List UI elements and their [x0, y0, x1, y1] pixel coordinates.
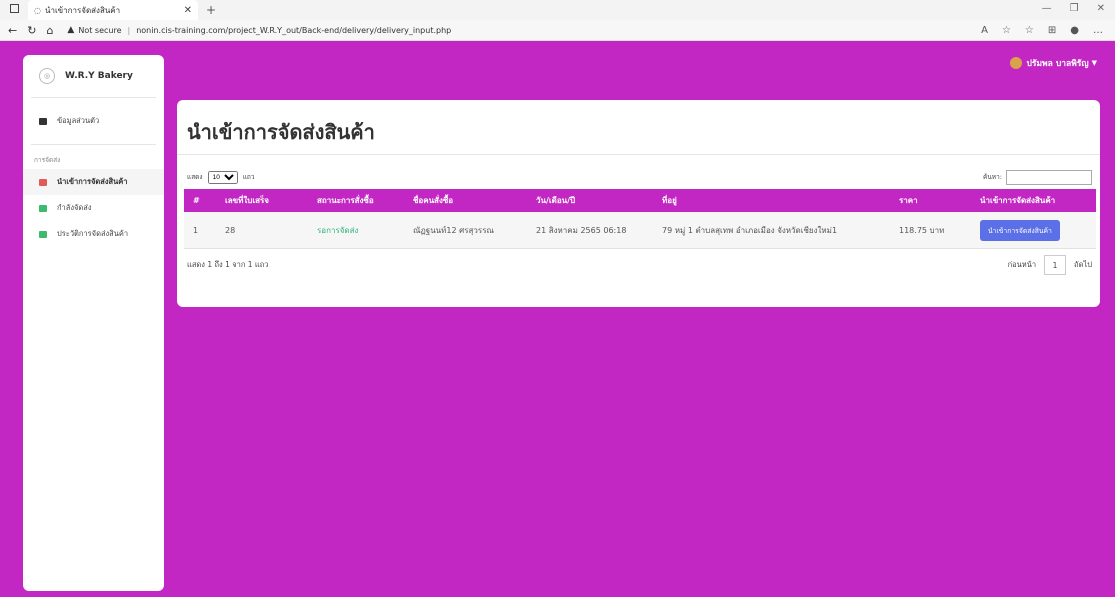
length-control: แสดง 10 แถว: [187, 170, 255, 184]
status-badge: รอการจัดส่ง: [317, 225, 359, 235]
pagination: ก่อนหน้า 1 ถัดไป: [1008, 255, 1092, 275]
favorites-bar-icon[interactable]: ☆: [1025, 25, 1034, 36]
avatar: [1010, 57, 1023, 69]
security-label: Not secure: [78, 25, 122, 35]
main-card: นำเข้าการจัดส่งสินค้า แสดง 10 แถว ค้นหา:…: [177, 100, 1100, 307]
clipboard-icon: [39, 230, 47, 238]
favorite-icon[interactable]: ☆: [1002, 25, 1011, 36]
minimize-icon[interactable]: —: [1042, 3, 1052, 14]
brand-logo-icon: ◎: [39, 68, 55, 84]
collections-icon[interactable]: ⊞: [1048, 25, 1056, 36]
chevron-down-icon: ▼: [1091, 59, 1097, 67]
col-index[interactable]: #: [184, 189, 216, 212]
import-delivery-button[interactable]: นำเข้าการจัดส่งสินค้า: [980, 219, 1060, 241]
cell-customer: ณัฏฐนนท์12 ศรสุวรรณ: [413, 225, 494, 235]
browser-titlebar: ◌ นำเข้าการจัดส่งสินค้า ✕ + — ❐ ✕: [0, 0, 1115, 20]
new-tab-icon[interactable]: +: [206, 3, 216, 17]
col-address[interactable]: ที่อยู่: [653, 189, 890, 212]
card-divider: [177, 154, 1100, 155]
home-icon[interactable]: ⌂: [46, 24, 53, 37]
brand-name: W.R.Y Bakery: [65, 71, 133, 81]
warning-icon: ▲: [67, 25, 75, 35]
read-aloud-icon[interactable]: A: [981, 25, 988, 36]
restore-icon[interactable]: ❐: [1070, 3, 1079, 14]
window-menu-icon[interactable]: [10, 4, 19, 13]
address-bar: ← ↻ ⌂ ▲ Not secure | nonin.cis-training.…: [0, 20, 1115, 41]
table-footer: แสดง 1 ถึง 1 จาก 1 แถว ก่อนหน้า 1 ถัดไป: [177, 255, 1100, 275]
cell-action: นำเข้าการจัดส่งสินค้า: [971, 212, 1096, 249]
length-suffix: แถว: [242, 172, 255, 181]
col-customer[interactable]: ชื่อคนสั่งซื้อ: [404, 189, 527, 212]
sidebar-item-import-delivery[interactable]: นำเข้าการจัดส่งสินค้า: [23, 169, 164, 195]
col-status[interactable]: สถานะการสั่งซื้อ: [308, 189, 404, 212]
cell-date: 21 สิงหาคม 2565 06:18: [536, 225, 627, 235]
sidebar-item-label: นำเข้าการจัดส่งสินค้า: [57, 177, 128, 186]
profile-icon[interactable]: ●: [1070, 25, 1079, 36]
search-input[interactable]: [1006, 169, 1092, 185]
sidebar-item-label: ประวัติการจัดส่งสินค้า: [57, 229, 129, 238]
sidebar-item-label: กำลังจัดส่ง: [57, 203, 92, 212]
page-title: นำเข้าการจัดส่งสินค้า: [187, 120, 375, 144]
tab-close-icon[interactable]: ✕: [184, 5, 192, 16]
search-control: ค้นหา:: [983, 169, 1092, 185]
brand[interactable]: ◎ W.R.Y Bakery: [23, 55, 164, 97]
sidebar-item-profile[interactable]: ข้อมูลส่วนตัว: [23, 98, 164, 144]
sidebar-item-history[interactable]: ประวัติการจัดส่งสินค้า: [23, 221, 164, 247]
sidebar: ◎ W.R.Y Bakery ข้อมูลส่วนตัว การจัดส่ง น…: [23, 55, 164, 591]
page-background: ◎ W.R.Y Bakery ข้อมูลส่วนตัว การจัดส่ง น…: [0, 41, 1115, 597]
col-date[interactable]: วัน/เดือน/ปี: [527, 189, 653, 212]
page-length-select[interactable]: 10: [207, 170, 238, 184]
table-row: 1 28 รอการจัดส่ง ณัฏฐนนท์12 ศรสุวรรณ 21 …: [184, 212, 1096, 249]
close-window-icon[interactable]: ✕: [1097, 3, 1105, 14]
length-prefix: แสดง: [187, 172, 203, 181]
search-label: ค้นหา:: [983, 172, 1002, 181]
sidebar-item-label: ข้อมูลส่วนตัว: [57, 116, 100, 125]
tab-favicon-icon: ◌: [34, 5, 41, 15]
clipboard-icon: [39, 204, 47, 212]
delivery-table: # เลขที่ใบเสร็จ สถานะการสั่งซื้อ ชื่อคนส…: [184, 189, 1096, 249]
user-name: ปรัมพล บาลพิรัญ: [1026, 59, 1089, 69]
page-number-button[interactable]: 1: [1044, 255, 1067, 275]
table-header-row: # เลขที่ใบเสร็จ สถานะการสั่งซื้อ ชื่อคนส…: [184, 189, 1096, 212]
more-icon[interactable]: …: [1093, 25, 1103, 36]
sidebar-item-shipping[interactable]: กำลังจัดส่ง: [23, 195, 164, 221]
col-action[interactable]: นำเข้าการจัดส่งสินค้า: [971, 189, 1096, 212]
col-receipt[interactable]: เลขที่ใบเสร็จ: [216, 189, 308, 212]
col-price[interactable]: ราคา: [890, 189, 971, 212]
clipboard-icon: [39, 178, 47, 186]
table-controls: แสดง 10 แถว ค้นหา:: [177, 169, 1100, 185]
url-text: nonin.cis-training.com/project_W.R.Y_out…: [136, 25, 452, 35]
table-info: แสดง 1 ถึง 1 จาก 1 แถว: [187, 260, 269, 269]
back-icon[interactable]: ←: [8, 24, 17, 37]
refresh-icon[interactable]: ↻: [27, 24, 36, 37]
tab-title: นำเข้าการจัดส่งสินค้า: [44, 5, 121, 15]
url-field[interactable]: ▲ Not secure | nonin.cis-training.com/pr…: [67, 25, 981, 35]
prev-button[interactable]: ก่อนหน้า: [1008, 259, 1036, 271]
sidebar-section-title: การจัดส่ง: [34, 156, 61, 164]
id-card-icon: [39, 117, 47, 125]
cell-index: 1: [193, 225, 199, 235]
browser-tab[interactable]: ◌ นำเข้าการจัดส่งสินค้า ✕: [28, 0, 198, 20]
url-separator: |: [127, 25, 131, 35]
cell-address: 79 หมู่ 1 ตำบลสุเทพ อำเภอเมือง จังหวัดเช…: [662, 225, 838, 235]
next-button[interactable]: ถัดไป: [1074, 259, 1092, 271]
user-menu[interactable]: ปรัมพล บาลพิรัญ ▼: [1010, 56, 1097, 70]
cell-price: 118.75 บาท: [899, 225, 945, 235]
cell-receipt: 28: [225, 225, 236, 235]
